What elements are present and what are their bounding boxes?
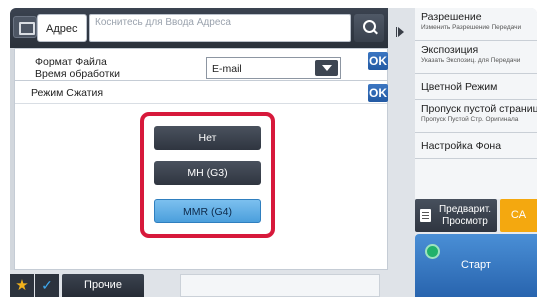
- screen: Адрес Коснитесь для Ввода Адреса Формат …: [10, 8, 537, 297]
- menu-item-resolution[interactable]: Разрешение Изменить Разрешение Передачи: [415, 8, 537, 41]
- right-panel: Разрешение Изменить Разрешение Передачи …: [388, 8, 537, 297]
- menu-item-title: Разрешение: [421, 11, 482, 23]
- menu-item-blank-page-skip[interactable]: Пропуск пустой страницы Пропуск Пустой С…: [415, 100, 537, 133]
- address-bar: Адрес Коснитесь для Ввода Адреса: [10, 8, 388, 48]
- menu-item-title: Цветной Режим: [421, 81, 498, 93]
- document-icon: [420, 209, 431, 222]
- collapse-handle-icon[interactable]: [388, 8, 415, 297]
- menu-item-subtitle: Изменить Разрешение Передачи: [421, 24, 522, 31]
- menu-item-background-adjust[interactable]: Настройка Фона: [415, 133, 537, 159]
- format-select-value: E-mail: [212, 63, 242, 75]
- menu-item-title: Пропуск пустой страницы: [421, 103, 537, 115]
- address-book-icon[interactable]: [13, 16, 37, 38]
- other-button[interactable]: Прочие: [62, 274, 144, 297]
- divider: [15, 103, 387, 104]
- menu-empty-area: [415, 159, 537, 199]
- menu-item-title: Настройка Фона: [421, 140, 502, 152]
- menu-item-color-mode[interactable]: Цветной Режим: [415, 74, 537, 100]
- star-icon[interactable]: ★: [10, 274, 34, 297]
- format-select[interactable]: E-mail: [206, 57, 341, 79]
- preview-button[interactable]: Предварит. Просмотр: [415, 199, 497, 232]
- start-button[interactable]: Старт: [415, 234, 537, 297]
- compression-mode-dialog: Режим Сжатия OK Нет MH (G3) MMR (G4): [14, 80, 388, 270]
- menu-item-subtitle: Указать Экспозиц. для Передачи: [421, 57, 521, 64]
- menu-item-title: Экспозиция: [421, 44, 479, 56]
- options-highlight: Нет MH (G3) MMR (G4): [140, 112, 275, 238]
- ca-button[interactable]: CA: [500, 199, 537, 232]
- chevron-down-icon[interactable]: [315, 60, 338, 76]
- option-mh-g3-button[interactable]: MH (G3): [154, 161, 261, 185]
- start-label: Старт: [461, 259, 491, 271]
- address-button[interactable]: Адрес: [37, 14, 87, 42]
- file-format-label: Формат Файла: [35, 56, 107, 68]
- option-mmr-g4-button[interactable]: MMR (G4): [154, 199, 261, 223]
- dialog-title: Режим Сжатия: [31, 87, 104, 99]
- dialog-ok-button[interactable]: OK: [368, 84, 388, 102]
- bottom-bar: ★ ✓ Прочие: [10, 270, 420, 297]
- search-icon[interactable]: [354, 14, 384, 42]
- menu-item-exposure[interactable]: Экспозиция Указать Экспозиц. для Передач…: [415, 41, 537, 74]
- menu-item-subtitle: Пропуск Пустой Стр. Оригинала: [421, 116, 519, 123]
- preview-label: Предварит. Просмотр: [438, 204, 492, 227]
- bottom-slot: [180, 274, 380, 297]
- checkmark-icon[interactable]: ✓: [35, 274, 59, 297]
- start-icon: [425, 244, 440, 259]
- processing-time-label: Время обработки: [35, 68, 120, 80]
- ok-button[interactable]: OK: [368, 52, 388, 70]
- address-input[interactable]: Коснитесь для Ввода Адреса: [89, 14, 351, 42]
- option-none-button[interactable]: Нет: [154, 126, 261, 150]
